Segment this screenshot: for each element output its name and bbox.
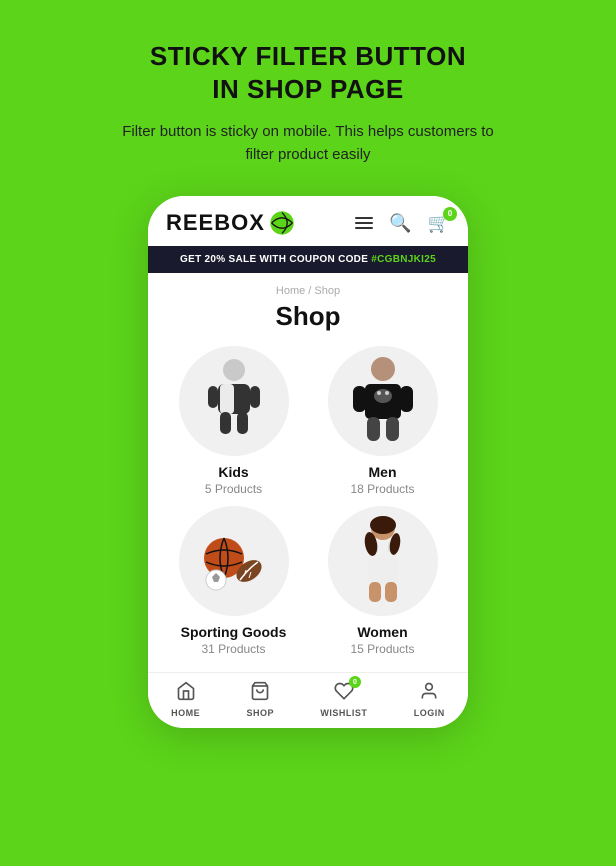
nav-icons: 🔍 🛒 0 — [355, 213, 450, 234]
phone-frame: REEBOX 🔍 🛒 0 — [148, 196, 468, 728]
login-label: LOGIN — [414, 708, 445, 718]
kids-figure-icon — [194, 356, 274, 446]
home-label: HOME — [171, 708, 200, 718]
logo-text: REEBOX — [166, 210, 265, 236]
promo-code: #CGBNJKI25 — [371, 254, 436, 265]
logo-ball-icon — [269, 210, 295, 236]
category-image-women — [328, 506, 438, 616]
heart-icon: 0 — [334, 681, 354, 706]
bottom-nav-wishlist[interactable]: 0 WISHLIST — [320, 681, 367, 718]
bottom-nav-home[interactable]: HOME — [171, 681, 200, 718]
men-figure-icon — [343, 356, 423, 446]
category-image-kids — [179, 346, 289, 456]
search-icon[interactable]: 🔍 — [389, 213, 411, 234]
breadcrumb: Home / Shop — [148, 273, 468, 299]
women-figure-icon — [343, 516, 423, 606]
page-title: STICKY FILTER BUTTON IN SHOP PAGE — [150, 40, 466, 105]
category-card-kids[interactable]: Kids 5 Products — [164, 346, 303, 496]
category-image-sports — [179, 506, 289, 616]
product-grid: Kids 5 Products — [148, 346, 468, 672]
category-image-men — [328, 346, 438, 456]
bottom-nav-login[interactable]: LOGIN — [414, 681, 445, 718]
home-icon — [176, 681, 196, 706]
shop-icon — [250, 681, 270, 706]
category-count-sports: 31 Products — [201, 642, 265, 656]
wishlist-badge: 0 — [349, 676, 361, 688]
logo-area: REEBOX — [166, 210, 295, 236]
user-icon — [419, 681, 439, 706]
promo-banner: GET 20% SALE WITH COUPON CODE #CGBNJKI25 — [148, 246, 468, 273]
category-count-men: 18 Products — [350, 482, 414, 496]
category-name-sports: Sporting Goods — [181, 624, 287, 640]
wishlist-label: WISHLIST — [320, 708, 367, 718]
category-name-kids: Kids — [218, 464, 248, 480]
page-description: Filter button is sticky on mobile. This … — [118, 121, 498, 166]
sports-figure-icon — [194, 516, 274, 606]
category-name-women: Women — [357, 624, 407, 640]
phone-inner: REEBOX 🔍 🛒 0 — [148, 196, 468, 728]
cart-badge: 0 — [443, 207, 457, 221]
category-card-sports[interactable]: Sporting Goods 31 Products — [164, 506, 303, 656]
shop-label: SHOP — [247, 708, 275, 718]
category-card-men[interactable]: Men 18 Products — [313, 346, 452, 496]
top-nav: REEBOX 🔍 🛒 0 — [148, 196, 468, 246]
hamburger-icon[interactable] — [355, 217, 373, 229]
shop-page-title: Shop — [148, 299, 468, 346]
cart-icon[interactable]: 🛒 0 — [428, 213, 450, 234]
category-name-men: Men — [369, 464, 397, 480]
category-card-women[interactable]: Women 15 Products — [313, 506, 452, 656]
bottom-nav-shop[interactable]: SHOP — [247, 681, 275, 718]
category-count-women: 15 Products — [350, 642, 414, 656]
category-count-kids: 5 Products — [205, 482, 262, 496]
bottom-nav: HOME SHOP 0 — [148, 672, 468, 728]
